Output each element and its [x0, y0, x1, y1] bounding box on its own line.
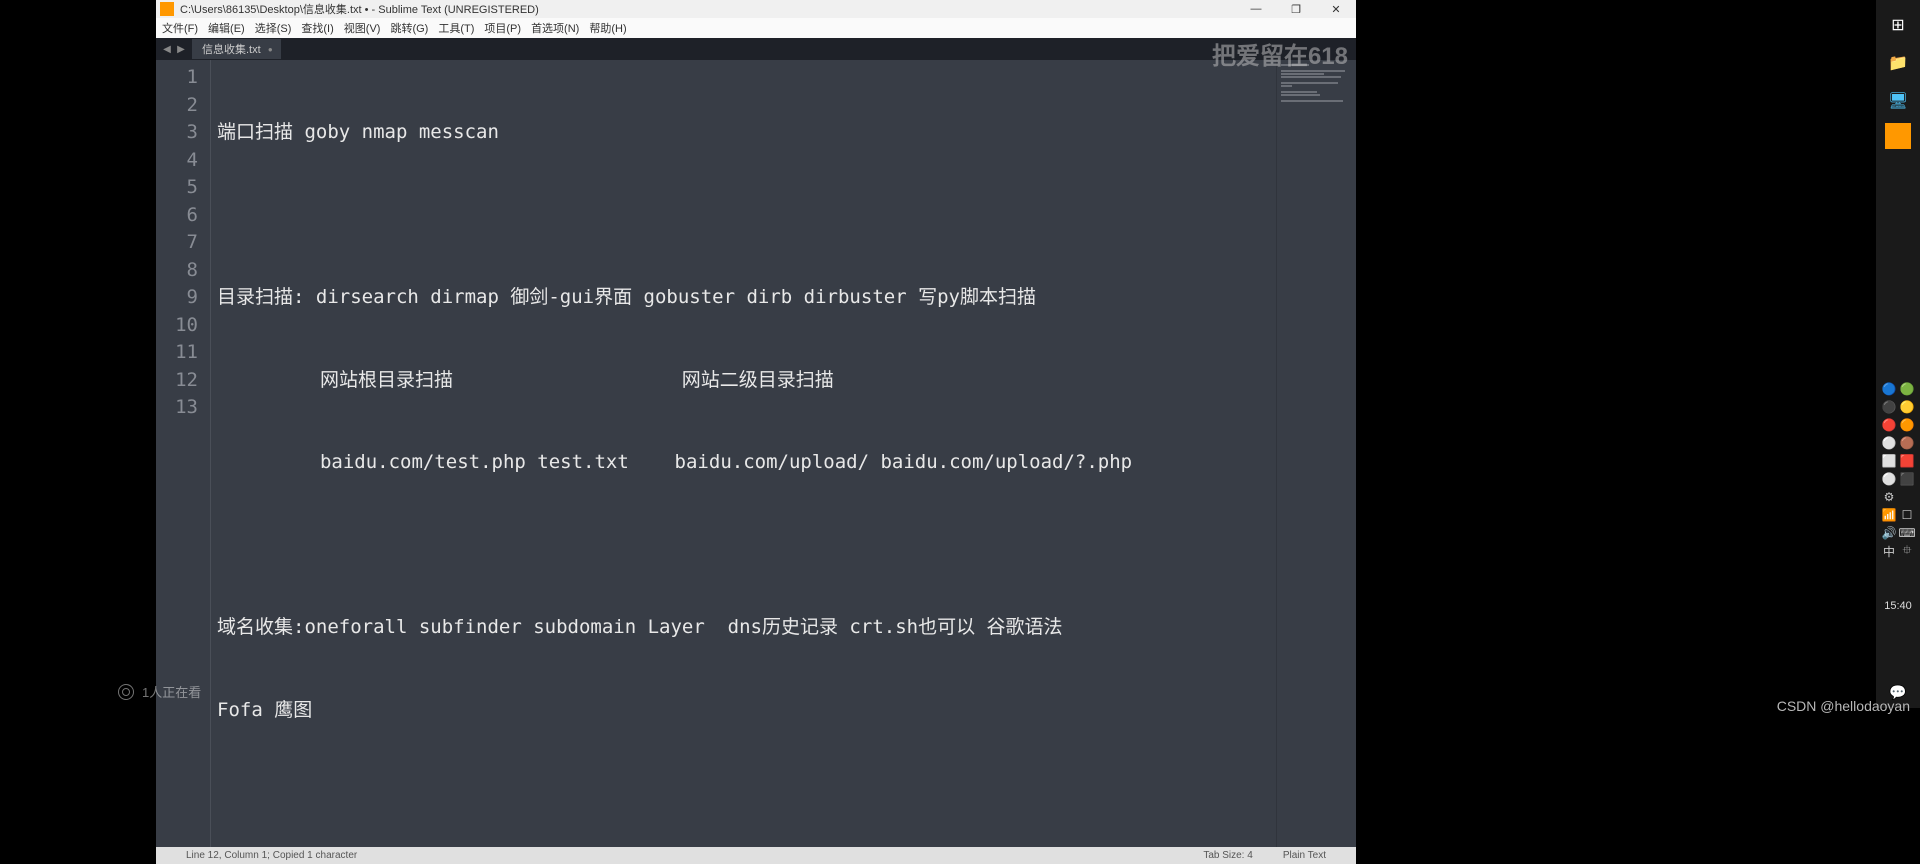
tray-icon[interactable]: 🔵 [1881, 381, 1897, 397]
line-number: 1 [156, 64, 198, 92]
gutter: 1 2 3 4 5 6 7 8 9 10 11 12 13 [156, 60, 211, 847]
tray-icon[interactable]: ☐ [1899, 507, 1915, 523]
tray-icon[interactable]: 🔴 [1881, 417, 1897, 433]
close-button[interactable]: ✕ [1316, 0, 1356, 18]
dirty-indicator-icon: ● [268, 45, 273, 54]
tab-active[interactable]: 信息收集.txt ● [192, 39, 281, 59]
taskbar-app-icon[interactable]: 🖥 [1882, 85, 1914, 117]
tray-icon[interactable]: ⚪ [1881, 471, 1897, 487]
editor-area[interactable]: 1 2 3 4 5 6 7 8 9 10 11 12 13 端口扫描 goby … [156, 60, 1356, 847]
code-line: 目录扫描: dirsearch dirmap 御剑-gui界面 gobuster… [217, 284, 1276, 312]
menu-find[interactable]: 查找(I) [301, 20, 333, 36]
start-button-icon[interactable]: ⊞ [1882, 9, 1914, 41]
nav-back-icon[interactable]: ◀ [160, 42, 174, 56]
code-line: 域名收集:oneforall subfinder subdomain Layer… [217, 614, 1276, 642]
tray-icon[interactable]: ⚫ [1881, 399, 1897, 415]
wifi-icon[interactable]: 📶 [1881, 507, 1897, 523]
volume-icon[interactable]: 🔊 [1881, 525, 1897, 541]
line-number: 12 [156, 367, 198, 395]
line-number: 4 [156, 147, 198, 175]
line-number: 10 [156, 312, 198, 340]
status-position[interactable]: Line 12, Column 1; Copied 1 character [186, 850, 1203, 861]
tray-icon[interactable]: 🟥 [1899, 453, 1915, 469]
minimap[interactable] [1276, 60, 1356, 847]
menu-preferences[interactable]: 首选项(N) [531, 20, 579, 36]
minimize-button[interactable]: — [1236, 0, 1276, 18]
tray-icon[interactable]: ⌨ [1899, 525, 1915, 541]
menu-goto[interactable]: 跳转(G) [390, 20, 428, 36]
status-bar: Line 12, Column 1; Copied 1 character Ta… [156, 847, 1356, 864]
window-title: C:\Users\86135\Desktop\信息收集.txt • - Subl… [180, 1, 539, 17]
code-line [217, 779, 1276, 807]
code-line: baidu.com/test.php test.txt baidu.com/up… [217, 449, 1276, 477]
nav-forward-icon[interactable]: ▶ [174, 42, 188, 56]
viewer-icon [118, 684, 134, 700]
tray-icon[interactable]: 🟤 [1899, 435, 1915, 451]
maximize-button[interactable]: ❐ [1276, 0, 1316, 18]
code-line: 网站根目录扫描 网站二级目录扫描 [217, 367, 1276, 395]
status-tab-size[interactable]: Tab Size: 4 [1203, 850, 1252, 861]
tray-icon[interactable] [1899, 489, 1915, 505]
line-number: 6 [156, 202, 198, 230]
menu-view[interactable]: 视图(V) [344, 20, 381, 36]
code-line [217, 202, 1276, 230]
watermark-text: 把爱留在618 [1212, 36, 1348, 71]
tray-icon[interactable]: 🟡 [1899, 399, 1915, 415]
menu-file[interactable]: 文件(F) [162, 20, 198, 36]
line-number: 7 [156, 229, 198, 257]
tray-icon[interactable]: 🟠 [1899, 417, 1915, 433]
tray-icon[interactable]: ⚙ [1881, 489, 1897, 505]
menu-bar: 文件(F) 编辑(E) 选择(S) 查找(I) 视图(V) 跳转(G) 工具(T… [156, 18, 1356, 38]
title-bar[interactable]: C:\Users\86135\Desktop\信息收集.txt • - Subl… [156, 0, 1356, 18]
tab-bar: ◀ ▶ 信息收集.txt ● [156, 38, 1356, 60]
system-tray: 🔵 🟢 ⚫ 🟡 🔴 🟠 ⚪ 🟤 ⬜ 🟥 ⚪ ⬛ [1876, 380, 1920, 612]
tray-icon[interactable]: 🟢 [1899, 381, 1915, 397]
taskbar-app-icon[interactable]: 📁 [1882, 47, 1914, 79]
menu-tools[interactable]: 工具(T) [438, 20, 474, 36]
code-line: Fofa 鹰图 [217, 697, 1276, 725]
line-number: 9 [156, 284, 198, 312]
taskbar-sublime-icon[interactable] [1885, 123, 1911, 149]
code-line [217, 532, 1276, 560]
tray-icon[interactable]: ⚪ [1881, 435, 1897, 451]
csdn-watermark: CSDN @hellodaoyan [1777, 698, 1910, 714]
taskbar-clock[interactable]: 15:40 [1884, 600, 1912, 612]
viewer-count-text: 1人正在看 [142, 682, 201, 701]
line-number: 2 [156, 92, 198, 120]
code-content[interactable]: 端口扫描 goby nmap messcan 目录扫描: dirsearch d… [211, 60, 1276, 847]
tray-icon[interactable]: ⯐ [1899, 543, 1915, 559]
sublime-icon [160, 2, 174, 16]
menu-help[interactable]: 帮助(H) [589, 20, 626, 36]
menu-project[interactable]: 项目(P) [484, 20, 521, 36]
menu-select[interactable]: 选择(S) [255, 20, 292, 36]
tray-icon[interactable]: ⬛ [1899, 471, 1915, 487]
viewer-count-overlay: 1人正在看 [118, 682, 201, 701]
line-number: 13 [156, 394, 198, 422]
line-number: 11 [156, 339, 198, 367]
ime-icon[interactable]: 中 [1881, 543, 1897, 559]
tab-label: 信息收集.txt [202, 41, 261, 57]
line-number: 5 [156, 174, 198, 202]
line-number: 3 [156, 119, 198, 147]
tray-icon[interactable]: ⬜ [1881, 453, 1897, 469]
sublime-text-window: C:\Users\86135\Desktop\信息收集.txt • - Subl… [156, 0, 1356, 864]
line-number: 8 [156, 257, 198, 285]
status-syntax[interactable]: Plain Text [1283, 850, 1326, 861]
menu-edit[interactable]: 编辑(E) [208, 20, 245, 36]
code-line: 端口扫描 goby nmap messcan [217, 119, 1276, 147]
